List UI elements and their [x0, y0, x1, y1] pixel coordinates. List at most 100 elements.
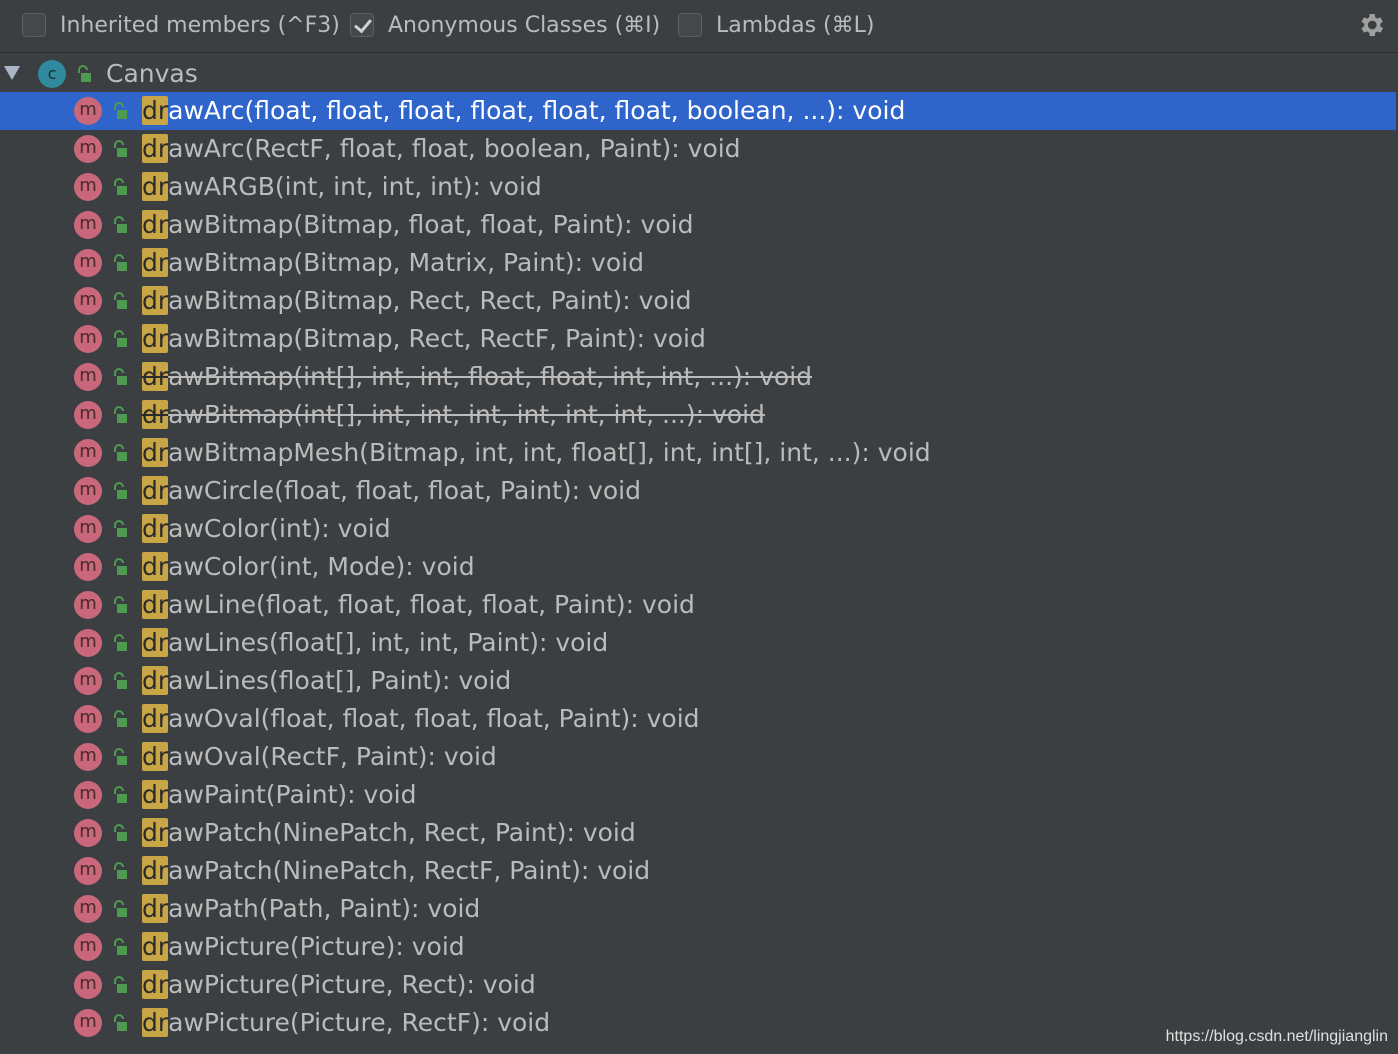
method-row[interactable]: m drawBitmap(int[], int, int, int, int, i…: [0, 396, 1396, 434]
expand-triangle-icon[interactable]: [4, 66, 20, 80]
method-row[interactable]: m drawPatch(NinePatch, Rect, Paint): void: [0, 814, 1396, 852]
method-icon: m: [74, 553, 102, 581]
method-signature: drawARGB(int, int, int, int): void: [142, 170, 542, 204]
method-icon: m: [74, 135, 102, 163]
method-icon: m: [74, 743, 102, 771]
match-highlight: dr: [142, 780, 169, 809]
public-access-icon: [114, 140, 127, 157]
match-highlight: dr: [142, 210, 169, 239]
method-row[interactable]: m drawOval(float, float, float, float, Pa…: [0, 700, 1396, 738]
method-row[interactable]: m drawPath(Path, Paint): void: [0, 890, 1396, 928]
method-icon: m: [74, 1009, 102, 1037]
match-highlight: dr: [142, 590, 169, 619]
method-signature: drawBitmap(int[], int, int, int, int, in…: [142, 398, 765, 432]
method-row[interactable]: m drawArc(RectF, float, float, boolean, P…: [0, 130, 1396, 168]
method-signature: drawPatch(NinePatch, RectF, Paint): void: [142, 854, 650, 888]
public-access-icon: [114, 748, 127, 765]
method-icon: m: [74, 249, 102, 277]
match-highlight: dr: [142, 286, 169, 315]
method-signature-rest: awColor(int): void: [168, 514, 391, 543]
gear-icon[interactable]: [1356, 10, 1386, 40]
method-row[interactable]: m drawPicture(Picture): void: [0, 928, 1396, 966]
lambdas-option[interactable]: Lambdas (⌘L): [678, 10, 874, 40]
match-highlight: dr: [142, 438, 169, 467]
method-row[interactable]: m drawPatch(NinePatch, RectF, Paint): voi…: [0, 852, 1396, 890]
tree-root-canvas[interactable]: c Canvas: [0, 54, 1398, 92]
method-row[interactable]: m drawLine(float, float, float, float, Pa…: [0, 586, 1396, 624]
method-signature: drawColor(int, Mode): void: [142, 550, 475, 584]
public-access-icon: [114, 292, 127, 309]
match-highlight: dr: [142, 628, 169, 657]
method-signature-rest: awArc(float, float, float, float, float,…: [168, 96, 906, 125]
match-highlight: dr: [142, 970, 169, 999]
public-access-icon: [114, 634, 127, 651]
public-access-icon: [114, 824, 127, 841]
public-access-icon: [114, 672, 127, 689]
inherited-members-option[interactable]: Inherited members (^F3): [22, 10, 340, 40]
method-signature: drawBitmap(Bitmap, Rect, RectF, Paint): …: [142, 322, 706, 356]
method-signature: drawBitmap(Bitmap, float, float, Paint):…: [142, 208, 693, 242]
match-highlight: dr: [142, 1008, 169, 1037]
class-icon: c: [38, 60, 66, 88]
method-signature-rest: awArc(RectF, float, float, boolean, Pain…: [168, 134, 741, 163]
anonymous-classes-option[interactable]: Anonymous Classes (⌘I): [350, 10, 660, 40]
method-signature: drawLine(float, float, float, float, Pai…: [142, 588, 695, 622]
tree-root-label: Canvas: [106, 59, 198, 88]
public-access-icon: [78, 65, 91, 82]
lambdas-checkbox[interactable]: [678, 13, 702, 37]
method-signature: drawColor(int): void: [142, 512, 391, 546]
method-row[interactable]: m drawBitmap(Bitmap, Rect, Rect, Paint): …: [0, 282, 1396, 320]
method-row[interactable]: m drawArc(float, float, float, float, flo…: [0, 92, 1396, 130]
method-row[interactable]: m drawPaint(Paint): void: [0, 776, 1396, 814]
method-row[interactable]: m drawLines(float[], Paint): void: [0, 662, 1396, 700]
method-row[interactable]: m drawOval(RectF, Paint): void: [0, 738, 1396, 776]
method-row[interactable]: m drawBitmapMesh(Bitmap, int, int, float[…: [0, 434, 1396, 472]
public-access-icon: [114, 1014, 127, 1031]
public-access-icon: [114, 710, 127, 727]
inherited-members-checkbox[interactable]: [22, 13, 46, 37]
method-icon: m: [74, 819, 102, 847]
method-row[interactable]: m drawCircle(float, float, float, Paint):…: [0, 472, 1396, 510]
method-signature: drawPath(Path, Paint): void: [142, 892, 480, 926]
match-highlight: dr: [142, 666, 169, 695]
public-access-icon: [114, 786, 127, 803]
anonymous-classes-checkbox[interactable]: [350, 13, 374, 37]
method-signature: drawLines(float[], Paint): void: [142, 664, 511, 698]
public-access-icon: [114, 178, 127, 195]
method-row[interactable]: m drawColor(int): void: [0, 510, 1396, 548]
method-row[interactable]: m drawARGB(int, int, int, int): void: [0, 168, 1396, 206]
method-signature-rest: awPicture(Picture, RectF): void: [168, 1008, 551, 1037]
method-icon: m: [74, 173, 102, 201]
match-highlight: dr: [142, 248, 169, 277]
method-row[interactable]: m drawColor(int, Mode): void: [0, 548, 1396, 586]
method-icon: m: [74, 933, 102, 961]
method-signature-rest: awPatch(NinePatch, Rect, Paint): void: [168, 818, 636, 847]
structure-toolbar: Inherited members (^F3) Anonymous Classe…: [0, 0, 1398, 53]
public-access-icon: [114, 254, 127, 271]
method-row[interactable]: m drawBitmap(Bitmap, Matrix, Paint): void: [0, 244, 1396, 282]
method-signature-rest: awLines(float[], Paint): void: [168, 666, 512, 695]
method-row[interactable]: m drawBitmap(int[], int, int, float, floa…: [0, 358, 1396, 396]
method-signature: drawOval(float, float, float, float, Pai…: [142, 702, 700, 736]
method-signature-rest: awOval(RectF, Paint): void: [168, 742, 497, 771]
method-signature-rest: awBitmap(Bitmap, Rect, Rect, Paint): voi…: [168, 286, 692, 315]
method-icon: m: [74, 97, 102, 125]
method-row[interactable]: m drawBitmap(Bitmap, float, float, Paint)…: [0, 206, 1396, 244]
match-highlight: dr: [142, 818, 169, 847]
method-signature-rest: awBitmap(Bitmap, Rect, RectF, Paint): vo…: [168, 324, 706, 353]
method-icon: m: [74, 363, 102, 391]
lambdas-label: Lambdas (⌘L): [716, 12, 875, 38]
public-access-icon: [114, 482, 127, 499]
method-signature: drawOval(RectF, Paint): void: [142, 740, 497, 774]
watermark-text: https://blog.csdn.net/lingjianglin: [1165, 1028, 1388, 1045]
match-highlight: dr: [142, 742, 169, 771]
method-icon: m: [74, 211, 102, 239]
method-row[interactable]: m drawLines(float[], int, int, Paint): vo…: [0, 624, 1396, 662]
method-signature: drawPatch(NinePatch, Rect, Paint): void: [142, 816, 636, 850]
public-access-icon: [114, 444, 127, 461]
method-row[interactable]: m drawBitmap(Bitmap, Rect, RectF, Paint):…: [0, 320, 1396, 358]
method-signature-rest: awPatch(NinePatch, RectF, Paint): void: [168, 856, 651, 885]
method-row[interactable]: m drawPicture(Picture, Rect): void: [0, 966, 1396, 1004]
public-access-icon: [114, 330, 127, 347]
method-signature: drawBitmap(Bitmap, Matrix, Paint): void: [142, 246, 644, 280]
